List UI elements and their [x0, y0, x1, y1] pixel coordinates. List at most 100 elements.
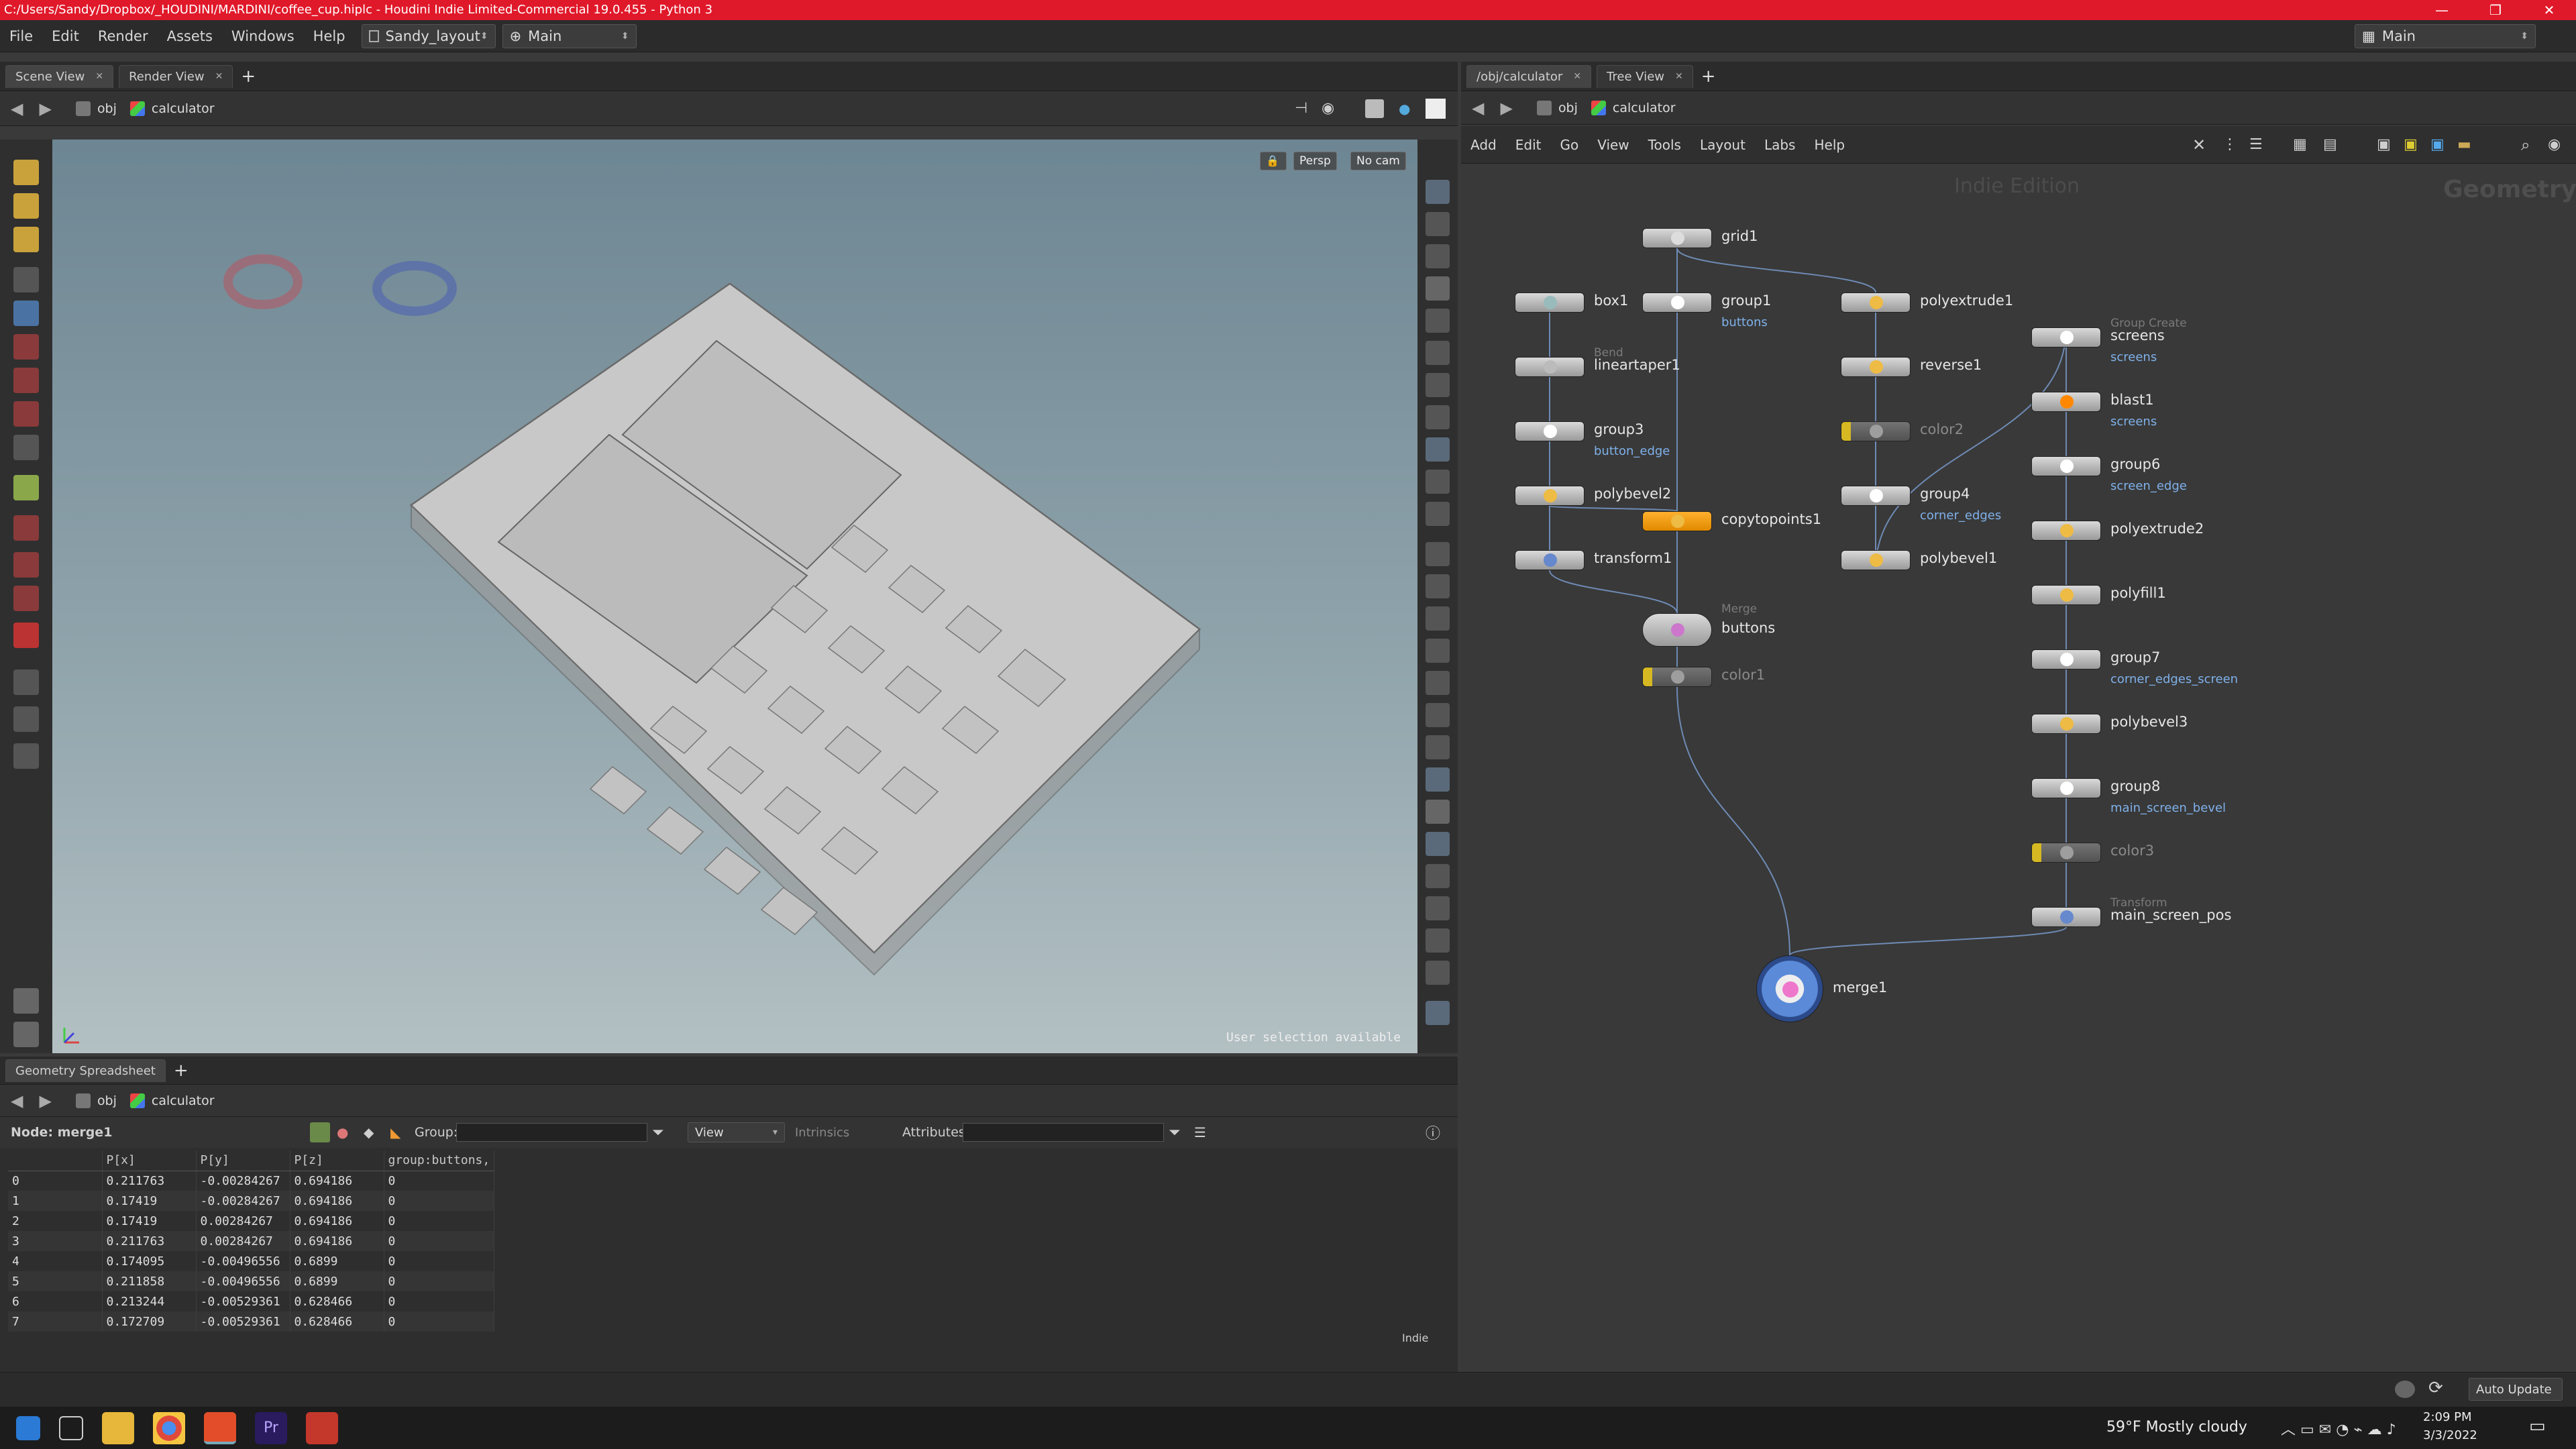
table-row[interactable]: 5 0.211858 -0.00496556 0.6899 0 [8, 1271, 495, 1291]
back-icon[interactable]: ◀ [11, 1091, 23, 1110]
table-row[interactable]: 1 0.17419 -0.00284267 0.694186 0 [8, 1191, 495, 1211]
close-icon[interactable]: ✕ [2522, 0, 2576, 20]
folder-icon[interactable]: ▬ [2457, 136, 2471, 153]
node-polybevel1[interactable] [1841, 550, 1911, 570]
table-row[interactable]: 6 0.213244 -0.00529361 0.628466 0 [8, 1291, 495, 1311]
point-icon[interactable] [1426, 542, 1450, 566]
node-group1[interactable] [1642, 292, 1712, 313]
image-icon[interactable]: ▣ [2430, 136, 2445, 153]
node-label[interactable]: main_screen_pos [2110, 907, 2231, 923]
prim-number-icon[interactable] [1426, 703, 1450, 727]
menu-layout[interactable]: Layout [1690, 137, 1755, 153]
snap-icon[interactable] [13, 515, 39, 541]
notes-icon[interactable]: ▣ [2377, 136, 2391, 153]
houdini-icon[interactable] [204, 1411, 236, 1444]
checker-icon[interactable] [1426, 800, 1450, 824]
bulb-3-icon[interactable] [1426, 405, 1450, 429]
close-tab-icon[interactable]: ✕ [1675, 71, 1683, 82]
scale-icon[interactable] [13, 401, 39, 427]
paint-icon[interactable] [13, 193, 39, 219]
node-polyextrude1[interactable] [1841, 292, 1911, 313]
display-options-icon[interactable]: ● [1399, 101, 1410, 117]
node-label[interactable]: merge1 [1833, 979, 1887, 996]
scene-icon[interactable] [1426, 502, 1450, 526]
notification-icon[interactable]: ▭ [2529, 1416, 2546, 1436]
tab-tree-view[interactable]: Tree View ✕ [1597, 64, 1693, 88]
node-main_screen_pos[interactable] [2031, 907, 2101, 927]
view-dropdown[interactable]: View ▾ [688, 1122, 785, 1142]
forward-icon[interactable]: ▶ [1500, 99, 1512, 117]
options-icon[interactable]: ☰ [1194, 1124, 1206, 1140]
path-obj[interactable]: obj [1536, 100, 1578, 115]
ground-icon[interactable] [1426, 832, 1450, 856]
view-icon[interactable] [13, 706, 39, 732]
camera-icon[interactable] [13, 743, 39, 769]
lock-display-icon[interactable] [1426, 244, 1450, 268]
wrench-icon[interactable]: ✕ [2192, 136, 2206, 154]
menu-file[interactable]: File [0, 28, 42, 44]
node-grid1[interactable] [1642, 228, 1712, 248]
premiere-icon[interactable]: Pr [255, 1411, 287, 1444]
restore-icon[interactable]: ❐ [2469, 0, 2522, 20]
table-row[interactable]: 0 0.211763 -0.00284267 0.694186 0 [8, 1171, 495, 1191]
pin-display-icon[interactable] [1426, 1001, 1450, 1025]
menu-windows[interactable]: Windows [222, 28, 304, 44]
no-cam-button[interactable]: No cam [1350, 152, 1406, 170]
filter-icon[interactable]: ⏷ [652, 1124, 664, 1141]
task-view-icon[interactable] [59, 1415, 83, 1440]
explorer-icon[interactable] [102, 1411, 134, 1444]
tab-scene-view[interactable]: Scene View ✕ [5, 64, 114, 88]
menu-labs[interactable]: Labs [1755, 137, 1805, 153]
node-color1[interactable] [1642, 667, 1712, 687]
attr-filter-icon[interactable]: ⏷ [1169, 1124, 1181, 1141]
node-label[interactable]: color2 [1920, 421, 1964, 437]
snapshot-icon[interactable] [13, 1022, 39, 1047]
node-label[interactable]: box1 [1594, 292, 1628, 309]
node-label[interactable]: polyfill1 [2110, 585, 2166, 601]
pencil-icon[interactable] [13, 227, 39, 252]
node-label[interactable]: group4 [1920, 486, 1970, 502]
flag-icon[interactable] [1426, 864, 1450, 888]
node-label[interactable]: polyextrude2 [2110, 521, 2204, 537]
path-calculator[interactable]: calculator [129, 1093, 215, 1108]
pose-icon[interactable] [13, 669, 39, 695]
normal-icon[interactable] [1426, 574, 1450, 598]
node-label[interactable]: buttons [1721, 620, 1775, 636]
weather-text[interactable]: 59°F Mostly cloudy [2106, 1419, 2247, 1436]
table-row[interactable]: 3 0.211763 0.00284267 0.694186 0 [8, 1231, 495, 1251]
add-tab-icon[interactable]: + [241, 66, 256, 87]
box-icon[interactable] [1426, 928, 1450, 953]
prims-icon[interactable]: ◆ [364, 1124, 374, 1140]
node-label[interactable]: group8 [2110, 778, 2160, 794]
tab-render-view[interactable]: Render View ✕ [119, 64, 233, 88]
menu-tools[interactable]: Tools [1639, 137, 1690, 153]
path-obj[interactable]: obj [75, 1093, 117, 1108]
node-label[interactable]: blast1 [2110, 392, 2154, 408]
menu-edit[interactable]: Edit [42, 28, 89, 44]
search-icon[interactable]: ⌕ [2521, 136, 2530, 154]
spreadsheet-table[interactable]: P[x] P[y] P[z] group:buttons, 0 0.211763-… [8, 1150, 495, 1332]
tab-geometry-spreadsheet[interactable]: Geometry Spreadsheet [5, 1059, 166, 1082]
menu-view[interactable]: View [1588, 137, 1638, 153]
path-calculator[interactable]: calculator [129, 101, 215, 116]
add-tab-icon[interactable]: + [174, 1061, 189, 1081]
node-label[interactable]: polybevel1 [1920, 550, 1997, 566]
wire-icon[interactable] [1426, 767, 1450, 792]
node-group7[interactable] [2031, 649, 2101, 669]
menu-render[interactable]: Render [89, 28, 158, 44]
magnet-icon[interactable] [13, 552, 39, 578]
desktop-dropdown[interactable]: Sandy_layout ⬍ [361, 23, 496, 48]
transform-icon[interactable] [13, 435, 39, 460]
node-label[interactable]: lineartaper1 [1594, 357, 1680, 373]
menu-assets[interactable]: Assets [158, 28, 222, 44]
eye-icon[interactable] [1426, 470, 1450, 494]
layout-icon[interactable]: ▤ [2323, 136, 2337, 153]
bulb-2-icon[interactable] [1426, 373, 1450, 397]
chrome-icon[interactable] [153, 1411, 185, 1444]
node-label[interactable]: polyextrude1 [1920, 292, 2013, 309]
back-icon[interactable]: ◀ [1472, 99, 1484, 117]
display-icon-2[interactable] [1426, 212, 1450, 236]
node-label[interactable]: color1 [1721, 667, 1765, 683]
start-icon[interactable] [16, 1415, 40, 1440]
move-icon[interactable] [13, 334, 39, 360]
